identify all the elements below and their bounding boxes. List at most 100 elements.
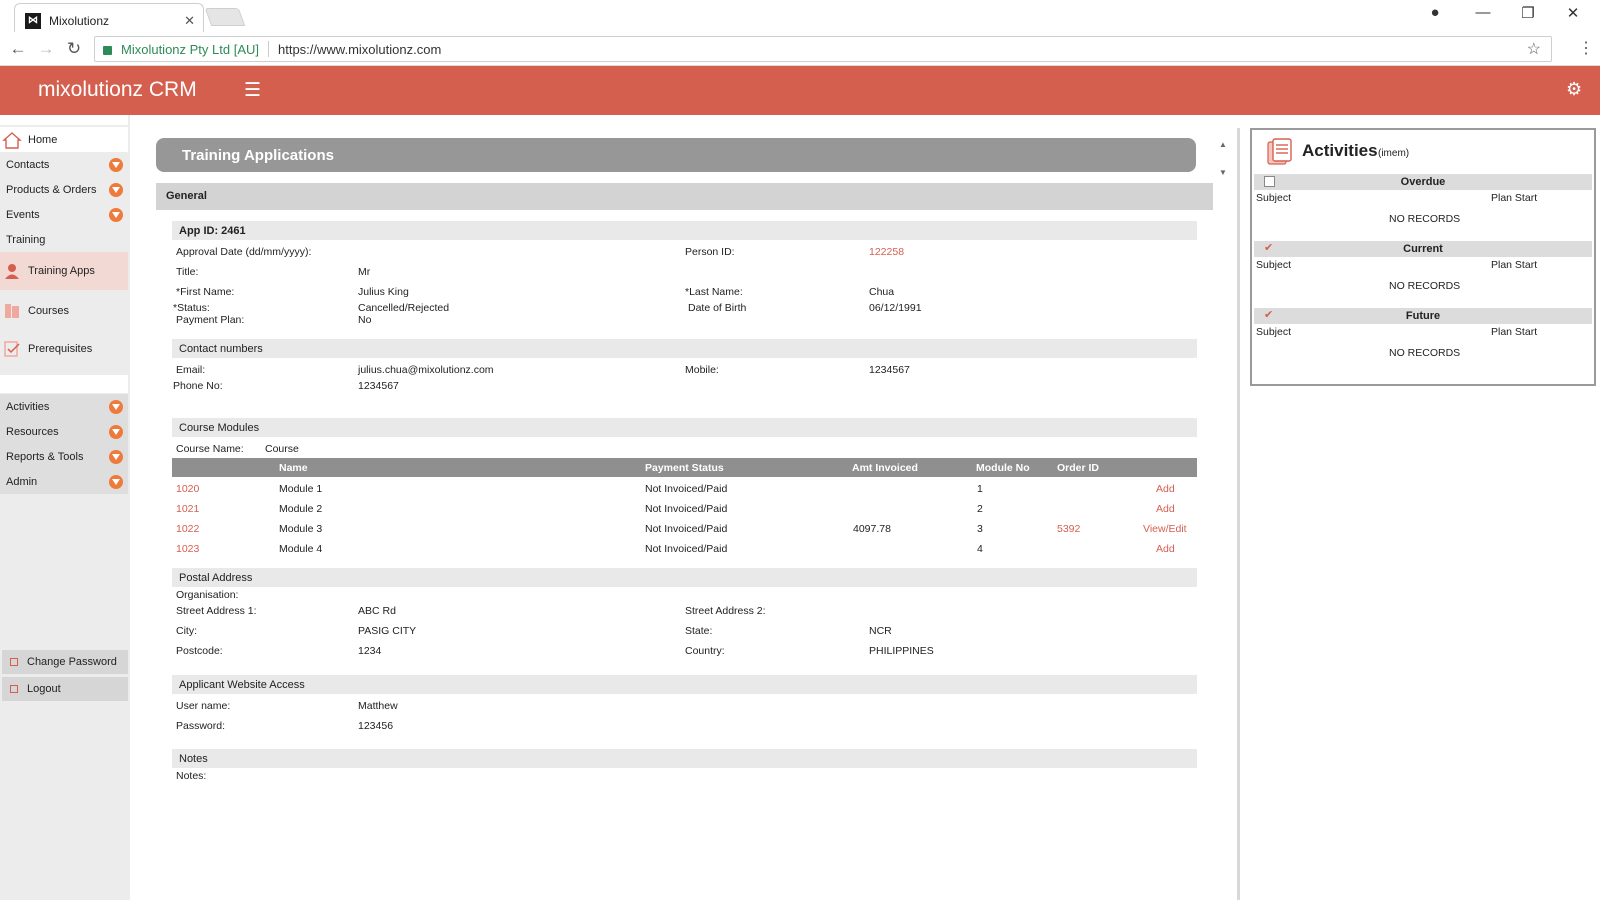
sidebar-item-label: Reports & Tools (6, 450, 84, 463)
bookmark-star-icon[interactable]: ☆ (1527, 39, 1541, 59)
activities-panel: Activities (imem) Overdue Subject Plan S… (1250, 128, 1596, 386)
browser-menu-icon[interactable]: ⋮ (1578, 38, 1594, 58)
street2-label: Street Address 2: (685, 605, 766, 617)
state-label: State: (685, 625, 713, 637)
activities-title: Activities (1302, 141, 1378, 160)
sidebar-item-products-orders[interactable]: Products & Orders (0, 177, 128, 202)
street1-label: Street Address 1: (176, 605, 257, 617)
module-add-link[interactable]: Add (1156, 543, 1175, 555)
approval-date-label: Approval Date (dd/mm/yyyy): (176, 246, 312, 258)
sidebar-item-label: Prerequisites (28, 343, 93, 355)
module-payment-status: Not Invoiced/Paid (645, 543, 728, 555)
brand-title[interactable]: mixolutionz CRM (38, 78, 197, 102)
sidebar-item-label: Activities (6, 400, 50, 413)
lock-icon (103, 45, 112, 55)
scroll-down-icon[interactable]: ▼ (1219, 168, 1227, 177)
hamburger-menu-icon[interactable]: ☰ (244, 79, 261, 102)
module-view-edit-link[interactable]: View/Edit (1143, 523, 1187, 535)
subject-header: Subject (1256, 326, 1292, 338)
close-tab-icon[interactable]: ✕ (184, 13, 195, 29)
first-name-value: Julius King (358, 286, 409, 298)
dob-value: 06/12/1991 (869, 302, 922, 314)
person-icon (5, 264, 19, 279)
sidebar-item-activities[interactable]: Activities (0, 394, 128, 419)
email-value: julius.chua@mixolutionz.com (358, 364, 494, 376)
module-id-link[interactable]: 1020 (176, 483, 199, 495)
general-section-header: General (156, 183, 1213, 210)
module-id-link[interactable]: 1022 (176, 523, 199, 535)
future-band[interactable]: ✔ Future (1254, 308, 1592, 324)
course-modules-header: Course Modules (172, 418, 1197, 437)
module-payment-status: Not Invoiced/Paid (645, 503, 728, 515)
sidebar-item-admin[interactable]: Admin (0, 469, 128, 494)
payment-plan-label: Payment Plan: (176, 314, 245, 326)
course-modules-label: Course Modules (179, 422, 260, 434)
window-close-icon[interactable]: ✕ (1562, 4, 1584, 22)
main-scrollbar-track[interactable] (1237, 128, 1240, 900)
sidebar-item-courses[interactable]: Courses (0, 296, 128, 326)
settings-cogs-icon[interactable]: ⚙ (1566, 79, 1582, 100)
reload-icon[interactable]: ↻ (64, 39, 84, 59)
password-label: Password: (176, 720, 226, 732)
current-band[interactable]: ✔ Current (1254, 241, 1592, 257)
street1-value: ABC Rd (358, 605, 396, 617)
book-icon (5, 304, 19, 318)
module-name: Module 2 (279, 503, 323, 515)
sidebar-gap (0, 375, 128, 393)
sidebar-item-prerequisites[interactable]: Prerequisites (0, 334, 128, 364)
mobile-value: 1234567 (869, 364, 910, 376)
person-id-link[interactable]: 122258 (869, 246, 904, 258)
sidebar-item-label: Training (6, 233, 46, 246)
website-access-header: Applicant Website Access (172, 675, 1197, 694)
sidebar-item-contacts[interactable]: Contacts (0, 152, 128, 177)
country-label: Country: (685, 645, 725, 657)
sidebar-item-label: Admin (6, 475, 38, 488)
module-add-link[interactable]: Add (1156, 483, 1175, 495)
forward-icon[interactable]: → (36, 39, 56, 59)
sidebar-item-events[interactable]: Events (0, 202, 128, 227)
city-label: City: (176, 625, 197, 637)
sidebar-item-label: Contacts (6, 158, 50, 171)
module-id-link[interactable]: 1021 (176, 503, 199, 515)
sidebar-item-home[interactable]: Home (0, 127, 128, 152)
module-order-id[interactable]: 5392 (1057, 523, 1080, 535)
overdue-band[interactable]: Overdue (1254, 174, 1592, 190)
person-id-label: Person ID: (685, 246, 735, 258)
subject-header: Subject (1256, 192, 1292, 204)
col-payment-status: Payment Status (645, 462, 724, 474)
sidebar-item-training[interactable]: Training (0, 227, 128, 252)
module-add-link[interactable]: Add (1156, 503, 1175, 515)
app-id-label: App ID: 2461 (179, 225, 246, 237)
logout-button[interactable]: Logout (2, 677, 128, 701)
minimize-icon[interactable]: — (1472, 4, 1494, 21)
col-module-no: Module No (976, 462, 1030, 474)
site-favicon-icon: ⋈ (25, 12, 41, 29)
notes-header: Notes (172, 749, 1197, 768)
status-label: *Status: (173, 302, 210, 314)
sidebar-item-training-apps[interactable]: Training Apps (0, 252, 128, 290)
restore-icon[interactable]: ❐ (1517, 4, 1539, 22)
postcode-value: 1234 (358, 645, 382, 657)
arrow-icon (10, 685, 18, 693)
postal-address-header: Postal Address (172, 568, 1197, 587)
browser-tab[interactable]: ⋈ Mixolutionz ✕ (14, 3, 204, 32)
module-id-link[interactable]: 1023 (176, 543, 199, 555)
chevron-down-icon (109, 474, 123, 489)
modules-table-header: Name Payment Status Amt Invoiced Module … (172, 458, 1197, 477)
url-input[interactable]: Mixolutionz Pty Ltd [AU] https://www.mix… (94, 36, 1552, 62)
back-icon[interactable]: ← (8, 39, 28, 59)
sidebar-item-reports-tools[interactable]: Reports & Tools (0, 444, 128, 469)
checklist-icon (4, 341, 20, 357)
change-password-button[interactable]: Change Password (2, 650, 128, 674)
organisation-label: Organisation: (176, 589, 239, 601)
dob-label: Date of Birth (688, 302, 747, 314)
scroll-up-icon[interactable]: ▲ (1219, 140, 1227, 149)
sidebar-item-resources[interactable]: Resources (0, 419, 128, 444)
new-tab-button[interactable] (204, 8, 246, 26)
postcode-label: Postcode: (176, 645, 223, 657)
account-icon[interactable]: ● (1424, 4, 1446, 21)
state-value: NCR (869, 625, 892, 637)
module-number: 4 (977, 543, 983, 555)
page-title-bar: Training Applications (156, 138, 1196, 172)
postal-address-label: Postal Address (179, 572, 253, 584)
